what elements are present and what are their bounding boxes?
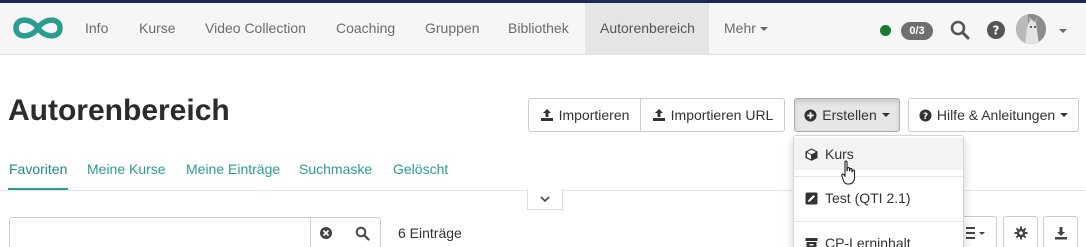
tab-geloescht[interactable]: Gelöscht — [393, 161, 448, 177]
archive-icon — [805, 237, 818, 247]
nav-item-bibliothek[interactable]: Bibliothek — [493, 3, 584, 54]
menu-divider — [794, 176, 963, 177]
tab-meine-eintraege[interactable]: Meine Einträge — [186, 161, 280, 177]
svg-text:?: ? — [993, 24, 1000, 38]
caret-down-icon — [881, 113, 890, 117]
nav-item-label: Coaching — [336, 20, 396, 36]
upload-icon — [652, 109, 665, 121]
page-title: Autorenbereich — [8, 94, 230, 127]
create-label: Erstellen — [822, 107, 877, 123]
search-input[interactable] — [18, 224, 303, 244]
main-navbar: Info Kurse Video Collection Coaching Gru… — [0, 3, 1086, 55]
search-field[interactable] — [9, 217, 381, 247]
download-button[interactable] — [1043, 216, 1078, 247]
download-icon — [1054, 227, 1067, 240]
chevron-down-icon — [540, 195, 550, 202]
avatar-image-icon — [1016, 14, 1046, 44]
nav-item-video-collection[interactable]: Video Collection — [190, 3, 321, 54]
create-dropdown-menu: Kurs Test (QTI 2.1) CP-Lerninhalt — [793, 135, 964, 247]
nav-item-info[interactable]: Info — [70, 3, 123, 54]
menu-item-cp-lerninhalt[interactable]: CP-Lerninhalt — [794, 227, 963, 247]
active-tab-indicator — [8, 188, 68, 190]
nav-item-gruppen[interactable]: Gruppen — [410, 3, 494, 54]
question-circle-icon: ? — [919, 109, 932, 122]
help-icon[interactable]: ? — [985, 19, 1007, 41]
help-guides-button[interactable]: ? Hilfe & Anleitungen — [908, 98, 1079, 132]
openolat-logo-icon[interactable] — [11, 13, 65, 43]
import-label: Importieren — [558, 107, 630, 123]
menu-divider — [794, 221, 963, 222]
expand-filter-toggle[interactable] — [527, 189, 563, 210]
tab-suchmaske[interactable]: Suchmaske — [299, 161, 372, 177]
import-url-label: Importieren URL — [670, 107, 774, 123]
cube-icon — [805, 148, 818, 161]
tab-meine-kurse[interactable]: Meine Kurse — [87, 161, 166, 177]
menu-item-label: Test (QTI 2.1) — [825, 190, 911, 206]
menu-item-label: CP-Lerninhalt — [825, 235, 911, 247]
counter-badge[interactable]: 0/3 — [901, 22, 933, 40]
caret-down-icon[interactable] — [1059, 29, 1067, 33]
nav-item-coaching[interactable]: Coaching — [321, 3, 410, 54]
nav-item-label: Bibliothek — [508, 20, 569, 36]
menu-item-test-qti[interactable]: Test (QTI 2.1) — [794, 182, 963, 214]
search-icon[interactable] — [355, 226, 370, 241]
menu-item-kurs[interactable]: Kurs — [794, 138, 963, 170]
online-status-icon[interactable] — [880, 25, 891, 36]
create-button[interactable]: Erstellen — [794, 98, 900, 132]
tab-favoriten[interactable]: Favoriten — [9, 161, 67, 177]
search-icon[interactable] — [949, 19, 971, 41]
gear-icon — [1014, 226, 1027, 240]
nav-item-label: Info — [85, 20, 109, 36]
import-url-button[interactable]: Importieren URL — [641, 98, 785, 132]
nav-item-label: Gruppen — [425, 20, 480, 36]
settings-button[interactable] — [1003, 216, 1038, 247]
help-guides-label: Hilfe & Anleitungen — [936, 107, 1056, 123]
nav-item-label: Kurse — [139, 20, 176, 36]
nav-item-autorenbereich[interactable]: Autorenbereich — [585, 3, 709, 54]
import-button[interactable]: Importieren — [528, 98, 641, 132]
test-edit-icon — [805, 192, 818, 204]
hand-cursor-icon — [841, 160, 856, 185]
entries-count: 6 Einträge — [398, 225, 462, 241]
plus-circle-icon — [804, 109, 817, 121]
nav-item-label: Mehr — [724, 20, 756, 36]
upload-icon — [540, 109, 553, 121]
clear-icon[interactable] — [319, 226, 333, 240]
avatar[interactable] — [1016, 14, 1046, 44]
caret-down-icon — [759, 27, 768, 32]
nav-item-mehr[interactable]: Mehr — [709, 3, 783, 54]
nav-item-label: Autorenbereich — [600, 20, 695, 36]
list-caret-icon — [965, 227, 985, 239]
caret-down-icon — [1060, 113, 1069, 117]
search-divider — [310, 218, 311, 247]
svg-text:?: ? — [923, 112, 928, 122]
nav-item-label: Video Collection — [205, 20, 306, 36]
nav-item-kurse[interactable]: Kurse — [124, 3, 191, 54]
